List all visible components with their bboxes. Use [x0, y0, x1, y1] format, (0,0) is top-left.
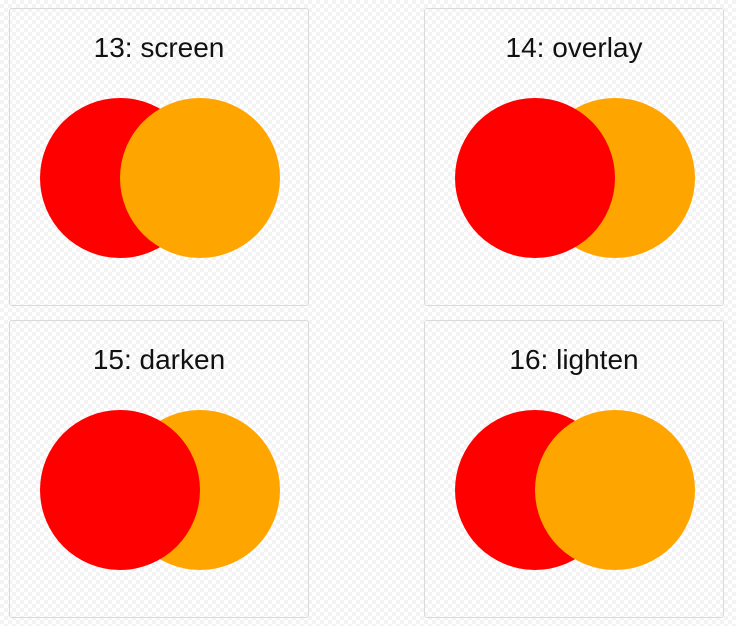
- red-circle: [455, 98, 615, 258]
- card-title: 16: lighten: [509, 344, 639, 375]
- blend-stage: [455, 410, 695, 570]
- red-circle: [40, 410, 200, 570]
- orange-circle: [120, 98, 280, 258]
- blend-card-screen: 13: screen: [9, 8, 309, 306]
- blend-card-lighten: 16: lighten: [424, 320, 724, 618]
- card-title: 15: darken: [92, 344, 226, 375]
- blend-card-darken: 15: darken: [9, 320, 309, 618]
- blend-card-overlay: 14: overlay: [424, 8, 724, 306]
- blend-stage: [40, 410, 280, 570]
- blend-stage: [40, 98, 280, 258]
- card-title: 13: screen: [93, 32, 225, 63]
- card-title: 14: overlay: [505, 32, 643, 63]
- orange-circle: [535, 410, 695, 570]
- blend-stage: [455, 98, 695, 258]
